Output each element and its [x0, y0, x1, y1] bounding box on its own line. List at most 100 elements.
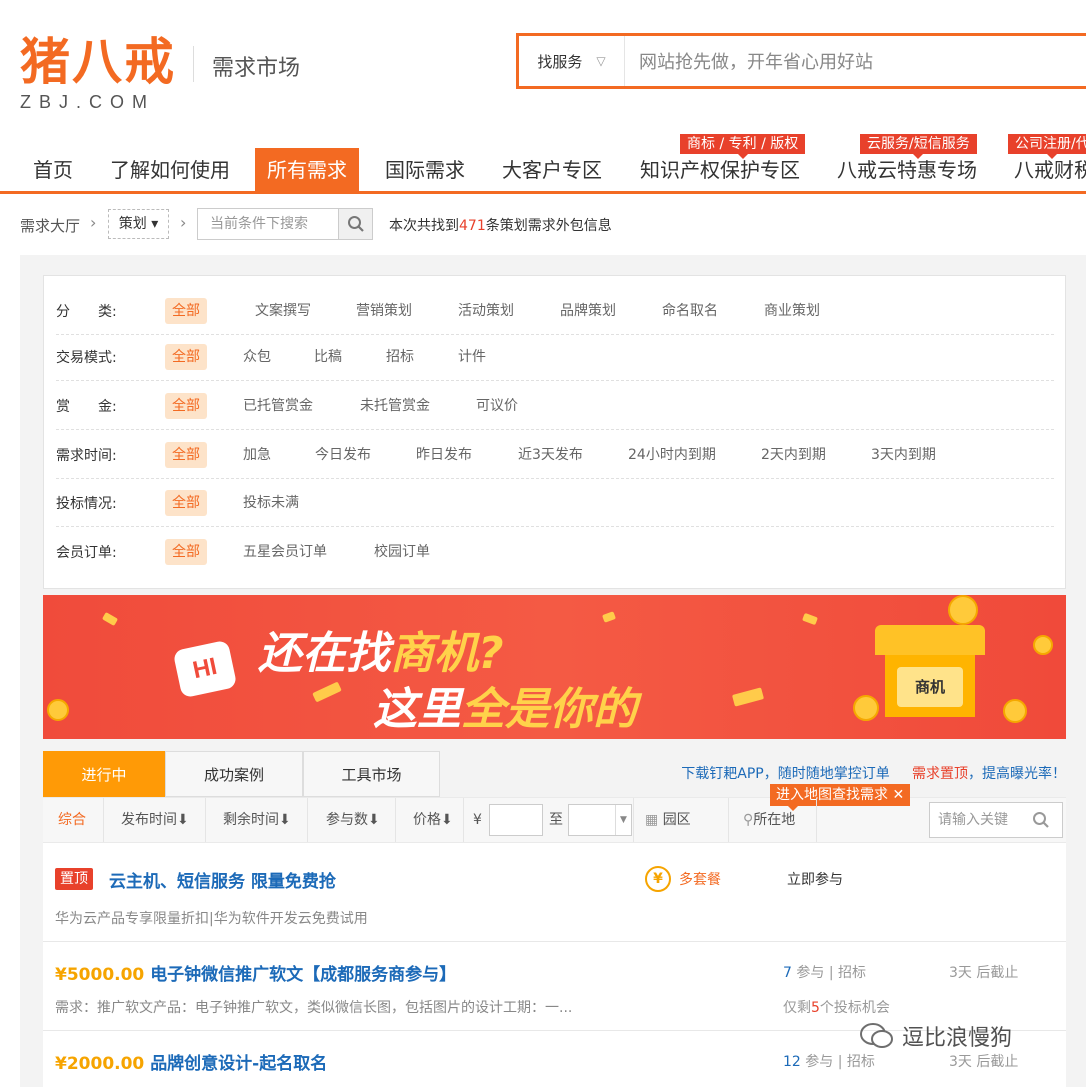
sort-remaining-time[interactable]: 剩余时间⬇ — [223, 798, 291, 842]
banner-highlight: 全是你的 — [461, 684, 637, 735]
list-item[interactable]: ¥5000.00 电子钟微信推广软文【成都服务商参与】 7 参与 | 招标 3天… — [43, 942, 1066, 1030]
filter-option[interactable]: 2天内到期 — [761, 442, 826, 468]
confetti-decoration — [601, 611, 617, 623]
item-price: ¥2000.00 — [55, 1054, 145, 1074]
filter-option[interactable]: 投标未满 — [243, 490, 299, 516]
item-title[interactable]: ¥2000.00 品牌创意设计-起名取名 — [55, 1049, 327, 1074]
download-app-link[interactable]: 下载钉耙APP，随时随地掌控订单 — [681, 766, 889, 782]
filter-option[interactable]: 校园订单 — [374, 539, 430, 565]
filter-option[interactable]: 已托管赏金 — [243, 393, 313, 419]
sort-publish-time[interactable]: 发布时间⬇ — [121, 798, 189, 842]
filter-option[interactable]: 命名取名 — [662, 298, 718, 324]
filter-option[interactable]: 计件 — [458, 344, 486, 370]
tab-success-cases[interactable]: 成功案例 — [165, 751, 303, 797]
filter-option[interactable]: 招标 — [386, 344, 414, 370]
nav-international[interactable]: 国际需求 — [385, 148, 465, 194]
result-count-suffix: 条策划需求外包信息 — [485, 218, 612, 234]
nav-home[interactable]: 首页 — [33, 148, 73, 194]
item-title-text: 品牌创意设计-起名取名 — [150, 1054, 328, 1074]
filter-option[interactable]: 商业策划 — [764, 298, 820, 324]
keyword-search-input[interactable]: 请输入关键 — [929, 802, 1063, 838]
section-title: 需求市场 — [212, 56, 301, 81]
filter-option[interactable]: 未托管赏金 — [360, 393, 430, 419]
price-max-select[interactable]: ▼ — [568, 804, 632, 836]
filter-option[interactable]: 营销策划 — [356, 298, 412, 324]
filter-search-input[interactable]: 当前条件下搜索 — [198, 209, 338, 239]
filter-option[interactable]: 加急 — [243, 442, 271, 468]
park-filter[interactable]: ▦ 园区 — [645, 798, 691, 842]
separator — [728, 798, 729, 842]
promo-banner[interactable]: HI 还在找商机? 这里全是你的 商机 — [43, 595, 1066, 739]
deadline: 3天 后截止 — [949, 965, 1019, 981]
location-filter[interactable]: ⚲所在地 — [743, 798, 795, 842]
tab-in-progress[interactable]: 进行中 — [43, 751, 165, 797]
search-type-select[interactable]: 找服务 ▽ — [519, 36, 625, 86]
tab-tool-market[interactable]: 工具市场 — [303, 751, 440, 797]
filter-option[interactable]: 众包 — [243, 344, 271, 370]
yen-coin-icon: ¥ — [645, 866, 671, 892]
join-button[interactable]: 立即参与 — [787, 869, 843, 889]
category-select[interactable]: 策划 ▾ — [108, 209, 169, 239]
banner-text: 还在找 — [258, 628, 390, 679]
filter-option[interactable]: 比稿 — [314, 344, 342, 370]
separator — [103, 798, 104, 842]
sort-default[interactable]: 综合 — [58, 798, 86, 842]
zbj-logo[interactable]: 猪八戒 ZBJ.COM — [20, 34, 180, 118]
filter-label: 会员订单: — [56, 545, 117, 561]
wechat-icon — [860, 1023, 893, 1048]
filter-option[interactable]: 全部 — [165, 490, 207, 516]
close-icon[interactable]: ✕ — [892, 787, 904, 803]
sort-participants[interactable]: 参与数⬇ — [326, 798, 380, 842]
search-icon[interactable] — [1032, 811, 1050, 829]
filter-option[interactable]: 品牌策划 — [560, 298, 616, 324]
breadcrumb: 需求大厅 › 策划 ▾ › 当前条件下搜索 本次共找到471条策划需求外包信息 — [0, 197, 1086, 255]
item-title[interactable]: ¥5000.00 电子钟微信推广软文【成都服务商参与】 — [55, 960, 456, 985]
pinned-badge: 置顶 — [55, 868, 93, 890]
banner-text: 这里 — [373, 684, 461, 735]
search-icon[interactable] — [338, 209, 372, 239]
filter-option[interactable]: 活动策划 — [458, 298, 514, 324]
search-input[interactable]: 网站抢先做，开年省心用好站 — [625, 48, 873, 74]
price-min-input[interactable] — [489, 804, 543, 836]
nav-cloud-special[interactable]: 八戒云特惠专场 — [837, 148, 977, 194]
filter-row-reward: 赏 金: 全部 已托管赏金 未托管赏金 可议价 — [56, 381, 1054, 430]
filter-option[interactable]: 全部 — [165, 442, 207, 468]
top-demand-link[interactable]: 需求置顶 — [912, 766, 968, 782]
filter-label: 投标情况: — [56, 496, 117, 512]
filter-option[interactable]: 可议价 — [476, 393, 518, 419]
nav-all-demands[interactable]: 所有需求 — [255, 148, 359, 194]
deadline: 3天 后截止 — [949, 1054, 1019, 1070]
nav-enterprise[interactable]: 大客户专区 — [502, 148, 602, 194]
wechat-watermark: 逗比浪慢狗 — [860, 1020, 1012, 1052]
watermark-text: 逗比浪慢狗 — [902, 1026, 1013, 1051]
nav-how-to-use[interactable]: 了解如何使用 — [110, 148, 230, 194]
confetti-decoration — [312, 681, 342, 703]
shop-sign: 商机 — [897, 667, 963, 707]
separator — [307, 798, 308, 842]
chevron-right-icon: › — [90, 213, 97, 232]
confetti-decoration — [731, 687, 765, 707]
filter-option[interactable]: 今日发布 — [315, 442, 371, 468]
item-title[interactable]: 云主机、短信服务 限量免费抢 — [109, 867, 336, 892]
result-count-prefix: 本次共找到 — [389, 218, 459, 234]
filter-option[interactable]: 全部 — [165, 539, 207, 565]
breadcrumb-hall[interactable]: 需求大厅 — [20, 215, 80, 236]
logo-text: 猪八戒 — [20, 32, 176, 91]
list-item-promoted[interactable]: 置顶 云主机、短信服务 限量免费抢 ¥ 多套餐 立即参与 华为云产品专享限量折扣… — [43, 843, 1066, 941]
filter-option[interactable]: 全部 — [165, 298, 207, 324]
filter-option[interactable]: 文案撰写 — [255, 298, 311, 324]
filter-option[interactable]: 全部 — [165, 344, 207, 370]
filter-option[interactable]: 全部 — [165, 393, 207, 419]
participants-count: 7 — [783, 965, 792, 981]
nav-ip-protection[interactable]: 知识产权保护专区 — [640, 148, 800, 194]
exposure-link[interactable]: ，提高曝光率！ — [968, 766, 1066, 782]
filter-option[interactable]: 3天内到期 — [871, 442, 936, 468]
sort-price[interactable]: 价格⬇ — [413, 798, 453, 842]
filter-option[interactable]: 昨日发布 — [416, 442, 472, 468]
result-count: 本次共找到471条策划需求外包信息 — [389, 215, 612, 235]
hi-bubble-icon: HI — [172, 639, 238, 699]
filter-option[interactable]: 近3天发布 — [518, 442, 583, 468]
filter-option[interactable]: 五星会员订单 — [243, 539, 327, 565]
filter-option[interactable]: 24小时内到期 — [628, 442, 716, 468]
separator — [395, 798, 396, 842]
